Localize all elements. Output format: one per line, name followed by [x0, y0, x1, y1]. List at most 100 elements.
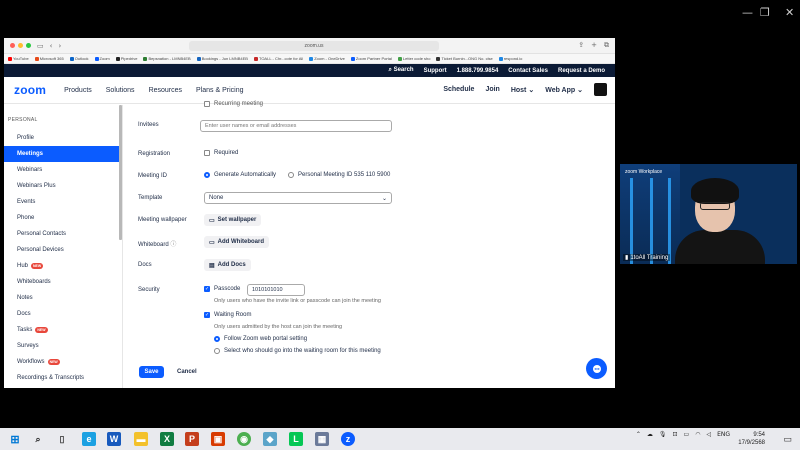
- bookmark-item[interactable]: Ticket Burnin...ONG No. clse: [436, 56, 493, 61]
- passcode-checkbox[interactable]: ✓: [204, 286, 210, 292]
- sidebar-item-whiteboards[interactable]: Whiteboards: [4, 274, 122, 290]
- sidebar-item-webinars-plus[interactable]: Webinars Plus: [4, 178, 122, 194]
- wifi-icon[interactable]: ◠: [695, 431, 700, 438]
- zoom-taskbar-icon[interactable]: z: [341, 432, 355, 446]
- chevron-up-icon[interactable]: ⌃: [636, 431, 641, 438]
- sidebar-item-hub[interactable]: Hub NEW: [4, 258, 122, 274]
- sidebar-item-notes[interactable]: Notes: [4, 290, 122, 306]
- meeting-id-personal-row[interactable]: Personal Meeting ID 535 110 5900: [288, 172, 390, 178]
- share-icon[interactable]: ⇪: [578, 41, 584, 50]
- app-icon[interactable]: ◆: [263, 432, 277, 446]
- bookmark-item[interactable]: respond.io: [498, 56, 522, 61]
- recurring-checkbox[interactable]: [204, 101, 210, 107]
- search-icon[interactable]: ⌕: [31, 432, 45, 446]
- waiting-room-checkbox[interactable]: ✓: [204, 312, 210, 318]
- notification-icon[interactable]: ▭: [783, 434, 792, 445]
- meeting-id-auto-row[interactable]: Generate Automatically: [204, 172, 276, 178]
- template-select[interactable]: None ⌄: [204, 192, 392, 204]
- topbar-contact-sales[interactable]: Contact Sales: [508, 68, 548, 74]
- sidebar-item-personal-devices[interactable]: Personal Devices: [4, 242, 122, 258]
- nav-schedule[interactable]: Schedule: [443, 86, 474, 93]
- nav-web-app[interactable]: Web App ⌄: [545, 86, 583, 94]
- passcode-row[interactable]: ✓ Passcode: [204, 286, 240, 292]
- meeting-id-personal-radio[interactable]: [288, 172, 294, 178]
- video-tile[interactable]: zoom Workplace ▮ 1toAll Training: [620, 164, 797, 264]
- registration-row[interactable]: Required: [204, 150, 238, 156]
- zoom-logo[interactable]: zoom: [14, 83, 46, 97]
- sidebar-item-surveys[interactable]: Surveys: [4, 338, 122, 354]
- topbar-search[interactable]: ⌕ Search: [389, 67, 414, 74]
- close-icon[interactable]: ✕: [785, 6, 794, 19]
- waiting-option-2-radio[interactable]: [214, 348, 220, 354]
- excel-icon[interactable]: X: [160, 432, 174, 446]
- file-explorer-icon[interactable]: ▬: [134, 432, 148, 446]
- avatar[interactable]: [594, 83, 607, 96]
- edge-icon[interactable]: e: [82, 432, 96, 446]
- recurring-row[interactable]: Recurring meeting: [204, 101, 263, 107]
- nav-products[interactable]: Products: [64, 87, 92, 94]
- back-icon[interactable]: ‹: [50, 42, 53, 50]
- topbar-request-demo[interactable]: Request a Demo: [558, 68, 605, 74]
- close-dot-icon[interactable]: [10, 43, 15, 48]
- bookmark-item[interactable]: TOALL - Chr...cote for All: [253, 56, 303, 61]
- sidebar-item-meetings[interactable]: Meetings: [4, 146, 122, 162]
- add-docs-button[interactable]: ▤ Add Docs: [204, 259, 251, 271]
- bookmark-item[interactable]: Bookings - Jun LMNB4EB: [196, 56, 248, 61]
- sidebar-item-recordings[interactable]: Recordings & Transcripts: [4, 370, 122, 386]
- save-button[interactable]: Save: [139, 366, 164, 378]
- topbar-phone[interactable]: 1.888.799.9854: [457, 68, 499, 74]
- chrome-icon[interactable]: ◉: [237, 432, 251, 446]
- sidebar-item-tasks[interactable]: Tasks NEW: [4, 322, 122, 338]
- windows-start-icon[interactable]: ⊞: [8, 432, 22, 446]
- tab-overview-icon[interactable]: ⧉: [604, 41, 609, 50]
- sidebar-item-profile[interactable]: Profile: [4, 130, 122, 146]
- bookmark-item[interactable]: Zoom - OneDrive: [309, 56, 345, 61]
- bookmark-item[interactable]: Pipedrive: [115, 56, 137, 61]
- waiting-option-1-row[interactable]: Follow Zoom web portal setting: [214, 336, 307, 342]
- nav-plans-pricing[interactable]: Plans & Pricing: [196, 87, 243, 94]
- nav-join[interactable]: Join: [485, 86, 499, 93]
- calculator-icon[interactable]: ▦: [315, 432, 329, 446]
- volume-icon[interactable]: ◁: [706, 431, 711, 438]
- sidebar-toggle-icon[interactable]: ▭: [37, 42, 44, 50]
- topbar-support[interactable]: Support: [424, 68, 447, 74]
- language-indicator[interactable]: ENG: [717, 431, 730, 438]
- maximize-dot-icon[interactable]: [26, 43, 31, 48]
- line-icon[interactable]: L: [289, 432, 303, 446]
- invitees-input[interactable]: Enter user names or email addresses: [200, 120, 392, 132]
- microphone-icon[interactable]: 🎙︎: [659, 431, 667, 438]
- word-icon[interactable]: W: [107, 432, 121, 446]
- minimize-icon[interactable]: —: [742, 6, 753, 19]
- add-whiteboard-button[interactable]: ▭ Add Whiteboard: [204, 236, 269, 248]
- minimize-dot-icon[interactable]: [18, 43, 23, 48]
- forward-icon[interactable]: ›: [58, 42, 61, 50]
- sidebar-item-webinars[interactable]: Webinars: [4, 162, 122, 178]
- sidebar-item-events[interactable]: Events: [4, 194, 122, 210]
- bookmark-item[interactable]: YouTube: [8, 56, 29, 61]
- meeting-id-auto-radio[interactable]: [204, 172, 210, 178]
- nav-host[interactable]: Host ⌄: [511, 86, 534, 94]
- bookmark-item[interactable]: Zoom Partner Portal: [350, 56, 392, 61]
- cancel-button[interactable]: Cancel: [177, 369, 197, 375]
- chat-support-button[interactable]: [586, 358, 607, 379]
- bookmark-item[interactable]: Outlook: [69, 56, 89, 61]
- task-view-icon[interactable]: ▯: [55, 432, 69, 446]
- maximize-icon[interactable]: ❐: [760, 6, 770, 19]
- sidebar-scrollbar[interactable]: [119, 105, 122, 240]
- address-bar[interactable]: zoom.us: [189, 41, 439, 51]
- sidebar-item-docs[interactable]: Docs: [4, 306, 122, 322]
- waiting-room-row[interactable]: ✓ Waiting Room: [204, 312, 251, 318]
- new-tab-icon[interactable]: +: [591, 41, 597, 50]
- cloud-icon[interactable]: ☁: [647, 431, 653, 438]
- nav-resources[interactable]: Resources: [149, 87, 182, 94]
- bookmark-item[interactable]: Bepsnation - LMNB4EB: [143, 56, 191, 61]
- set-wallpaper-button[interactable]: ▭ Set wallpaper: [204, 214, 262, 226]
- system-clock[interactable]: 9:54 17/9/2568: [738, 431, 765, 447]
- network-icon[interactable]: ⊡: [672, 431, 677, 438]
- powerpoint-icon[interactable]: P: [185, 432, 199, 446]
- display-icon[interactable]: ▭: [684, 431, 690, 438]
- store-icon[interactable]: ▣: [211, 432, 225, 446]
- sidebar-item-workflows[interactable]: Workflows NEW: [4, 354, 122, 370]
- waiting-option-2-row[interactable]: Select who should go into the waiting ro…: [214, 348, 381, 354]
- waiting-option-1-radio[interactable]: [214, 336, 220, 342]
